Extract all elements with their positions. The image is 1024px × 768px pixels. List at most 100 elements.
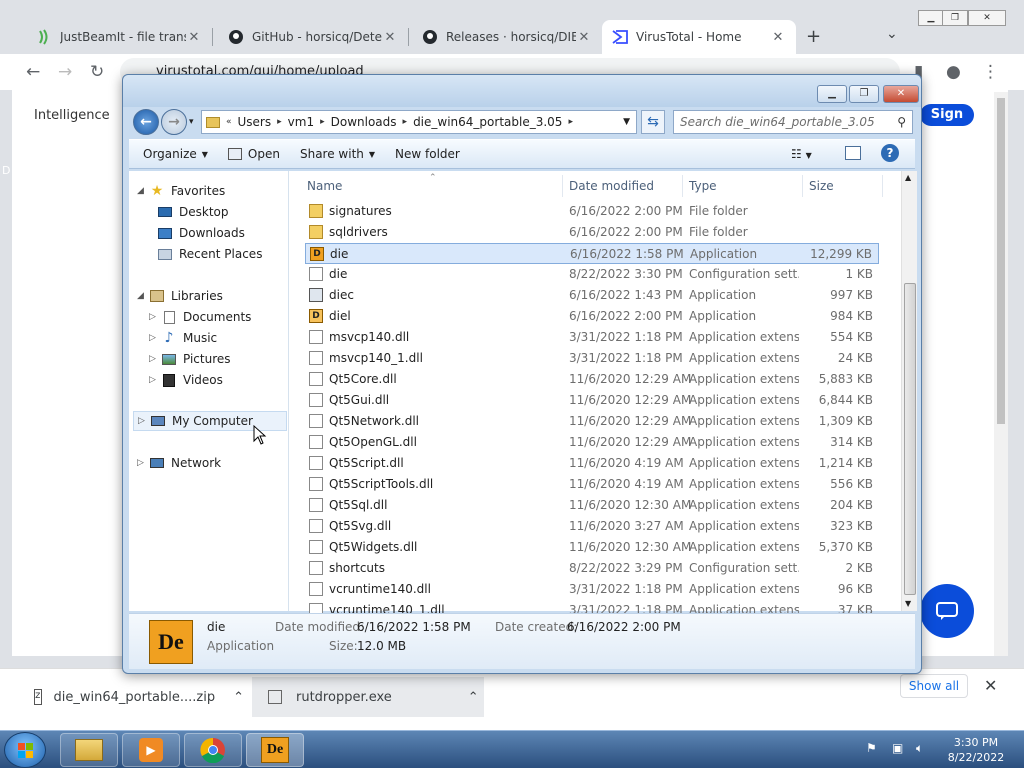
file-row[interactable]: Qt5Script.dll 11/6/2020 4:19 AM Applicatio… <box>305 453 879 474</box>
scrollbar-thumb[interactable] <box>904 283 916 595</box>
new-folder-button[interactable]: New folder <box>395 147 460 161</box>
file-row[interactable]: Ddiel 6/16/2022 2:00 PM Application 984 KB <box>305 306 879 327</box>
tab-virustotal[interactable]: VirusTotal - Home ✕ <box>602 20 796 54</box>
file-row[interactable]: Ddie 6/16/2022 1:58 PM Application 12,299 K… <box>305 243 879 264</box>
collapse-icon[interactable]: ▷ <box>149 354 161 364</box>
collapse-icon[interactable]: ▷ <box>149 333 161 343</box>
close-icon[interactable]: ✕ <box>984 676 997 695</box>
explorer-search-input[interactable]: Search die_win64_portable_3.05 ⚲ <box>673 110 913 134</box>
close-window-button[interactable]: ✕ <box>968 10 1006 26</box>
close-icon[interactable]: ✕ <box>576 30 592 45</box>
nav-network[interactable]: ▷ Network <box>137 453 221 473</box>
breadcrumb-vm1[interactable]: vm1 <box>288 115 314 129</box>
menu-icon[interactable]: ⋮ <box>982 62 999 82</box>
collapse-icon[interactable]: ▷ <box>137 458 149 468</box>
minimize-button[interactable]: ▁ <box>918 10 944 26</box>
recent-pages-icon[interactable]: ▾ <box>189 117 194 127</box>
file-row[interactable]: Qt5Network.dll 11/6/2020 12:29 AM Applicat… <box>305 411 879 432</box>
file-row[interactable]: Qt5Widgets.dll 11/6/2020 12:30 AM Applicat… <box>305 537 879 558</box>
minimize-button[interactable]: ▁ <box>817 85 847 103</box>
file-row[interactable]: shortcuts 8/22/2022 3:29 PM Configuration … <box>305 558 879 579</box>
organize-button[interactable]: Organize ▼ <box>143 147 208 161</box>
maximize-button[interactable]: ❐ <box>849 85 879 103</box>
view-options-icon[interactable]: ☷ ▼ <box>791 147 812 161</box>
file-row[interactable]: diec 6/16/2022 1:43 PM Application 997 KB <box>305 285 879 306</box>
chevron-right-icon[interactable]: ▸ <box>277 117 282 127</box>
nav-documents[interactable]: ▷ Documents <box>149 307 251 327</box>
nav-recent-places[interactable]: Recent Places <box>157 244 262 264</box>
file-row[interactable]: Qt5Gui.dll 11/6/2020 12:29 AM Application … <box>305 390 879 411</box>
file-row[interactable]: Qt5OpenGL.dll 11/6/2020 12:29 AM Applicati… <box>305 432 879 453</box>
download-item[interactable]: rutdropper.exe ⌃ <box>252 677 484 717</box>
column-name[interactable]: Name ⌃ <box>301 173 563 197</box>
taskbar-die[interactable]: De <box>246 733 304 767</box>
close-icon[interactable]: ✕ <box>186 30 202 45</box>
scrollbar-thumb[interactable] <box>997 98 1005 424</box>
file-row[interactable]: Qt5Sql.dll 11/6/2020 12:30 AM Application … <box>305 495 879 516</box>
tab-github-detect[interactable]: GitHub - horsicq/Detect ✕ <box>218 20 408 54</box>
collapse-icon[interactable]: ▷ <box>149 375 161 385</box>
action-center-icon[interactable]: ⚑ <box>866 741 877 755</box>
preview-pane-icon[interactable] <box>845 146 861 160</box>
volume-icon[interactable]: 🔈︎ <box>916 741 923 756</box>
explorer-title-bar[interactable]: ▁ ❐ ✕ <box>123 75 921 107</box>
share-with-button[interactable]: Share with ▼ <box>300 147 375 161</box>
taskbar-explorer[interactable] <box>60 733 118 767</box>
column-type[interactable]: Type <box>683 175 803 197</box>
back-icon[interactable]: ← <box>133 109 159 135</box>
network-status-icon[interactable]: ▣ <box>892 741 903 755</box>
chevron-up-icon[interactable]: ⌃ <box>233 690 244 705</box>
forward-icon[interactable]: → <box>58 62 72 82</box>
nav-videos[interactable]: ▷ Videos <box>149 370 223 390</box>
file-row[interactable]: vcruntime140.dll 3/31/2022 1:18 PM Applica… <box>305 579 879 600</box>
profile-icon[interactable]: ● <box>946 62 961 82</box>
nav-music[interactable]: ▷ ♪ Music <box>149 328 217 348</box>
chevron-up-icon[interactable]: ⌃ <box>468 690 479 705</box>
tab-justbeamit[interactable]: JustBeamIt - file transfer ✕ <box>26 20 212 54</box>
show-all-button[interactable]: Show all <box>900 674 968 698</box>
close-icon[interactable]: ✕ <box>382 30 398 45</box>
page-scrollbar[interactable] <box>994 92 1008 656</box>
back-icon[interactable]: ← <box>26 62 40 82</box>
file-row[interactable]: msvcp140.dll 3/31/2022 1:18 PM Application… <box>305 327 879 348</box>
collapse-icon[interactable]: ▷ <box>149 312 161 322</box>
maximize-button[interactable]: ❐ <box>942 10 968 26</box>
file-row[interactable]: Qt5Svg.dll 11/6/2020 3:27 AM Application e… <box>305 516 879 537</box>
taskbar-chrome[interactable] <box>184 733 242 767</box>
forward-icon[interactable]: → <box>161 109 187 135</box>
tab-github-releases[interactable]: Releases · horsicq/DIE-en ✕ <box>412 20 602 54</box>
reload-icon[interactable]: ↻ <box>90 62 104 82</box>
download-item[interactable]: z die_win64_portable....zip ⌃ <box>34 679 244 715</box>
signup-button[interactable]: Sign up <box>920 104 974 144</box>
open-button[interactable]: Open <box>227 147 280 161</box>
nav-desktop[interactable]: Desktop <box>157 202 229 222</box>
system-clock[interactable]: 3:30 PM 8/22/2022 <box>944 735 1008 765</box>
close-button[interactable]: ✕ <box>883 85 919 103</box>
taskbar-media-player[interactable]: ▶ <box>122 733 180 767</box>
column-size[interactable]: Size <box>803 175 883 197</box>
file-row[interactable]: sqldrivers 6/16/2022 2:00 PM File folder <box>305 222 879 243</box>
breadcrumb-users[interactable]: Users <box>238 115 272 129</box>
nav-libraries[interactable]: ◢ Libraries <box>137 286 223 306</box>
chevron-right-icon[interactable]: ▸ <box>403 117 408 127</box>
chevron-right-icon[interactable]: ▸ <box>320 117 325 127</box>
file-row[interactable]: Qt5Core.dll 11/6/2020 12:29 AM Application… <box>305 369 879 390</box>
file-row[interactable]: Qt5ScriptTools.dll 11/6/2020 4:19 AM Appli… <box>305 474 879 495</box>
help-icon[interactable]: ? <box>881 144 899 162</box>
overflow-icon[interactable]: « <box>226 117 232 127</box>
refresh-icon[interactable]: ⇆ <box>641 110 665 134</box>
nav-pictures[interactable]: ▷ Pictures <box>149 349 231 369</box>
expand-icon[interactable]: ◢ <box>137 291 149 301</box>
start-button[interactable] <box>4 732 46 768</box>
new-tab-icon[interactable]: + <box>806 26 821 47</box>
column-date-modified[interactable]: Date modified <box>563 175 683 197</box>
breadcrumb-downloads[interactable]: Downloads <box>331 115 397 129</box>
scroll-up-icon[interactable]: ▲ <box>905 173 911 182</box>
scroll-down-icon[interactable]: ▼ <box>905 599 911 608</box>
file-row[interactable]: msvcp140_1.dll 3/31/2022 1:18 PM Applicati… <box>305 348 879 369</box>
file-list-scrollbar[interactable]: ▲ ▼ <box>901 171 917 611</box>
chevron-down-icon[interactable]: ▼ <box>623 117 630 127</box>
collapse-icon[interactable]: ▷ <box>138 416 150 426</box>
breadcrumb-die-folder[interactable]: die_win64_portable_3.05 <box>413 115 562 129</box>
nav-downloads[interactable]: Downloads <box>157 223 245 243</box>
